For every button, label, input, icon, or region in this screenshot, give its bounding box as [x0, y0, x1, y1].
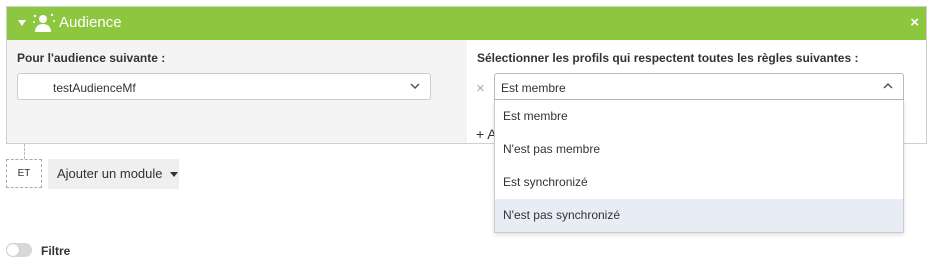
audience-label: Pour l'audience suivante : — [17, 51, 166, 65]
audience-user-icon — [33, 13, 55, 32]
chevron-down-icon — [410, 83, 420, 90]
close-icon[interactable]: × — [910, 15, 919, 31]
chevron-up-icon — [883, 82, 893, 89]
dropdown-option[interactable]: Est membre — [495, 100, 903, 133]
remove-rule-icon[interactable]: × — [476, 80, 485, 97]
filter-label: Filtre — [41, 244, 71, 258]
caret-down-icon — [170, 172, 179, 178]
audience-select-value: testAudienceMf — [53, 81, 136, 95]
connector-line — [24, 144, 25, 159]
collapse-caret-icon[interactable] — [18, 20, 26, 26]
add-module-label: Ajouter un module — [57, 166, 163, 181]
dropdown-option[interactable]: Est synchronizé — [495, 166, 903, 199]
dropdown-option-highlighted[interactable]: N'est pas synchronizé — [495, 199, 903, 232]
dropdown-option[interactable]: N'est pas membre — [495, 133, 903, 166]
panel-title: Audience — [59, 14, 122, 31]
rule-select-value: Est membre — [501, 81, 566, 95]
toggle-knob — [7, 244, 19, 256]
rule-select[interactable]: Est membre — [494, 73, 904, 100]
logic-operator-box: ET — [6, 159, 42, 188]
panel-header: Audience × — [7, 7, 926, 40]
audience-select[interactable]: testAudienceMf — [17, 73, 431, 100]
rule-options-dropdown: Est membre N'est pas membre Est synchron… — [494, 100, 904, 233]
filter-toggle[interactable] — [6, 243, 32, 257]
add-module-button[interactable]: Ajouter un module — [48, 159, 179, 189]
rules-label: Sélectionner les profils qui respectent … — [477, 51, 859, 65]
